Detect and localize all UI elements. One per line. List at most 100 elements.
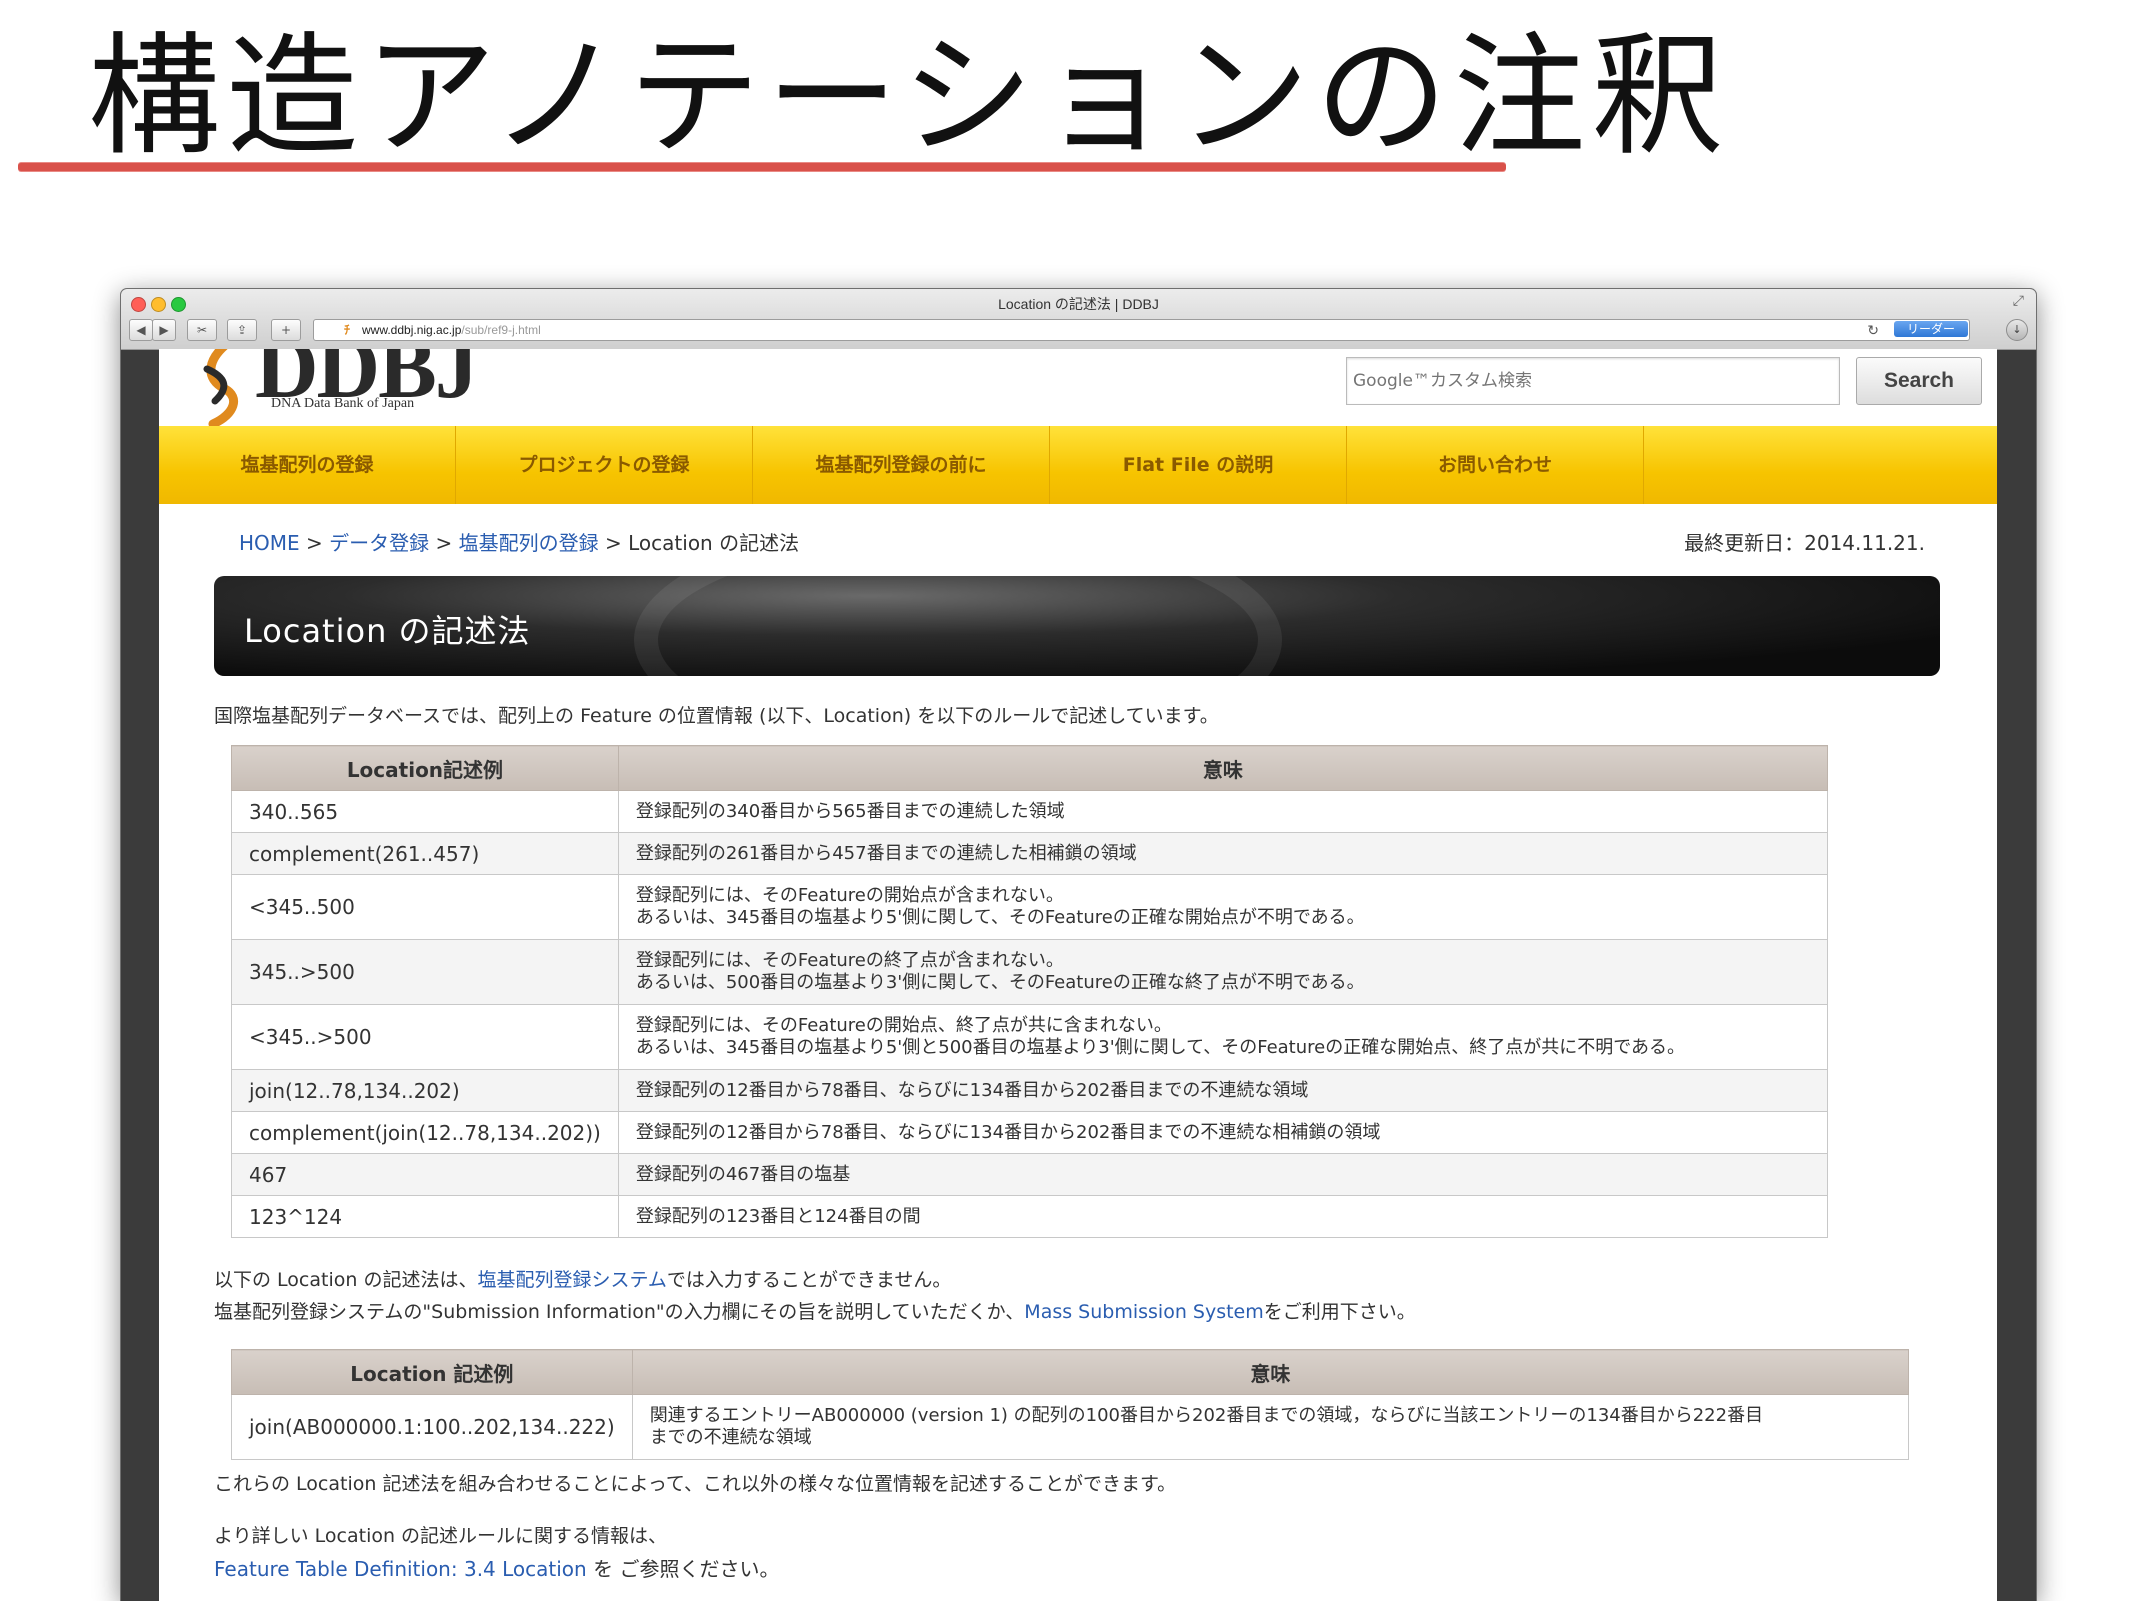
submission-system-link[interactable]: 塩基配列登録システム	[477, 1269, 666, 1291]
meaning-line: 登録配列の261番目から457番目までの連続した相補鎖の領域	[635, 842, 1137, 864]
meaning-cell: 登録配列には、そのFeatureの開始点が含まれない。 あるいは、345番目の塩基…	[617, 874, 1829, 940]
share-icon: ⇪	[236, 323, 248, 337]
table-row: join(12..78,134..202) 登録配列の12番目から78番目、なら…	[231, 1069, 1829, 1112]
note-text: をご利用下さい。	[1263, 1301, 1416, 1323]
share-button[interactable]: ⇪	[227, 319, 257, 341]
nav-item-sequence-submission[interactable]: 塩基配列の登録	[159, 426, 456, 504]
meaning-cell: 関連するエントリーAB000000 (version 1) の配列の100番目か…	[631, 1394, 1910, 1460]
breadcrumb: HOME > データ登録 > 塩基配列の登録 > Location の記述法	[239, 527, 799, 556]
location-table: Location記述例 意味 340..565 登録配列の340番目から565番…	[231, 745, 1829, 1238]
more-info-suffix: を ご参照ください。	[586, 1557, 780, 1581]
meaning-line: あるいは、345番目の塩基より5'側に関して、そのFeatureの正確な開始点が…	[635, 907, 1365, 928]
column-header-meaning: 意味	[631, 1349, 1910, 1395]
main-nav: 塩基配列の登録 プロジェクトの登録 塩基配列登録の前に Flat File の説…	[159, 426, 1997, 504]
table-row: complement(261..457) 登録配列の261番目から457番目まで…	[231, 832, 1829, 875]
table-row: 467 登録配列の467番目の塩基	[231, 1153, 1829, 1196]
browser-window: Location の記述法 | DDBJ ⤢ ◀ ▶ ✂ ⇪ + ﾁ www.d…	[120, 288, 2037, 1601]
banner-decoration	[634, 576, 1282, 676]
browser-titlebar: Location の記述法 | DDBJ ⤢ ◀ ▶ ✂ ⇪ + ﾁ www.d…	[121, 289, 2036, 350]
location-cell: join(AB000000.1:100..202,134..222)	[231, 1394, 633, 1460]
meaning-cell: 登録配列には、そのFeatureの開始点、終了点が共に含まれない。 あるいは、34…	[617, 1004, 1829, 1070]
downloads-icon[interactable]: ↓	[2006, 319, 2028, 341]
web-page: DDBJ DNA Data Bank of Japan Search 塩基配列の…	[159, 349, 1997, 1601]
url-text: www.ddbj.nig.ac.jp/sub/ref9-j.html	[362, 320, 541, 340]
location-cell: 345..>500	[231, 939, 619, 1005]
breadcrumb-separator: >	[306, 531, 323, 555]
table-row: 340..565 登録配列の340番目から565番目までの連続した領域	[231, 790, 1829, 833]
meaning-line: 登録配列には、そのFeatureの終了点が含まれない。	[635, 950, 1064, 971]
address-bar[interactable]: ﾁ www.ddbj.nig.ac.jp/sub/ref9-j.html ↻ リ…	[313, 319, 1970, 341]
more-info-line-2: Feature Table Definition: 3.4 Location を…	[214, 1553, 779, 1582]
mass-submission-link[interactable]: Mass Submission System	[1024, 1301, 1263, 1323]
new-tab-button[interactable]: +	[271, 319, 301, 341]
breadcrumb-separator: >	[605, 531, 622, 555]
table-row: join(AB000000.1:100..202,134..222) 関連するエ…	[231, 1394, 1910, 1460]
table-row: <345..>500 登録配列には、そのFeatureの開始点、終了点が共に含ま…	[231, 1004, 1829, 1070]
location-cell: complement(261..457)	[231, 832, 619, 875]
note-line-2: 塩基配列登録システムの"Submission Information"の入力欄に…	[214, 1297, 1416, 1324]
reload-icon[interactable]: ↻	[1867, 320, 1879, 340]
plus-icon: +	[280, 323, 292, 337]
location-section-link[interactable]: 3.4 Location	[464, 1557, 587, 1581]
column-header-meaning: 意味	[617, 745, 1829, 791]
search-input[interactable]	[1346, 357, 1840, 405]
nav-item-project-submission[interactable]: プロジェクトの登録	[456, 426, 753, 504]
meaning-line: 関連するエントリーAB000000 (version 1) の配列の100番目か…	[649, 1405, 1764, 1426]
fullscreen-icon[interactable]: ⤢	[2013, 293, 2024, 309]
location-cell: <345..>500	[231, 1004, 619, 1070]
last-updated: 最終更新日：2014.11.21.	[1684, 531, 1925, 555]
ddbj-helix-icon	[203, 349, 239, 429]
link-separator: :	[450, 1557, 464, 1581]
page-title-banner: Location の記述法	[214, 576, 1940, 676]
column-header-location: Location記述例	[231, 745, 619, 791]
clip-button[interactable]: ✂	[187, 319, 217, 341]
table-header-row: Location 記述例 意味	[231, 1349, 1910, 1395]
more-info-line-1: より詳しい Location の記述ルールに関する情報は、	[214, 1525, 668, 1547]
combine-text: これらの Location 記述法を組み合わせることによって、これ以外の様々な位…	[214, 1473, 1177, 1495]
location-cell: 340..565	[231, 790, 619, 833]
feature-table-definition-link[interactable]: Feature Table Definition	[214, 1557, 451, 1581]
meaning-line: 登録配列の123番目と124番目の間	[635, 1205, 921, 1227]
back-arrow-icon: ◀	[136, 323, 146, 337]
url-path: /sub/ref9-j.html	[461, 323, 541, 337]
meaning-line: 登録配列の467番目の塩基	[635, 1163, 851, 1185]
title-underline	[18, 163, 1506, 171]
location-cell: complement(join(12..78,134..202))	[231, 1111, 619, 1154]
breadcrumb-home-link[interactable]: HOME	[239, 531, 300, 555]
search-button[interactable]: Search	[1856, 357, 1982, 405]
meaning-cell: 登録配列には、そのFeatureの終了点が含まれない。 あるいは、500番目の塩基…	[617, 939, 1829, 1005]
meaning-line: 登録配列の12番目から78番目、ならびに134番目から202番目までの不連続な相…	[635, 1121, 1381, 1143]
note-text: 塩基配列登録システムの"Submission Information"の入力欄に…	[214, 1301, 1025, 1323]
nav-item-contact[interactable]: お問い合わせ	[1347, 426, 1644, 504]
breadcrumb-separator: >	[435, 531, 453, 555]
page-title: Location の記述法	[244, 612, 531, 650]
breadcrumb-data-link[interactable]: データ登録	[329, 531, 429, 555]
meaning-line: 登録配列には、そのFeatureの開始点、終了点が共に含まれない。	[635, 1015, 1172, 1036]
table-header-row: Location記述例 意味	[231, 745, 1829, 791]
location-cell: 123^124	[231, 1195, 619, 1238]
site-favicon-icon: ﾁ	[344, 323, 351, 337]
breadcrumb-current: Location の記述法	[628, 531, 800, 555]
table-row: <345..500 登録配列には、そのFeatureの開始点が含まれない。 あるい…	[231, 874, 1829, 940]
location-cell: 467	[231, 1153, 619, 1196]
forward-button[interactable]: ▶	[152, 319, 176, 341]
intro-text: 国際塩基配列データベースでは、配列上の Feature の位置情報 (以下、Lo…	[214, 705, 1219, 727]
slide-title: 構造アノテーションの注釈	[88, 20, 1730, 174]
table-row: complement(join(12..78,134..202)) 登録配列の1…	[231, 1111, 1829, 1154]
table-row: 123^124 登録配列の123番目と124番目の間	[231, 1195, 1829, 1238]
meaning-line: 登録配列の340番目から565番目までの連続した領域	[635, 800, 1065, 822]
url-host: www.ddbj.nig.ac.jp	[362, 323, 462, 337]
location-cell: join(12..78,134..202)	[231, 1069, 619, 1112]
location-table-2: Location 記述例 意味 join(AB000000.1:100..202…	[231, 1349, 1910, 1460]
back-button[interactable]: ◀	[129, 319, 153, 341]
meaning-cell: 登録配列の340番目から565番目までの連続した領域	[617, 790, 1829, 833]
window-title: Location の記述法 | DDBJ	[998, 296, 1159, 312]
nav-item-flat-file[interactable]: Flat File の説明	[1050, 426, 1347, 504]
nav-item-before-submission[interactable]: 塩基配列登録の前に	[753, 426, 1050, 504]
meaning-line: あるいは、500番目の塩基より3'側に関して、そのFeatureの正確な終了点が…	[635, 972, 1365, 993]
meaning-line: あるいは、345番目の塩基より5'側と500番目の塩基より3'側に関して、そのF…	[635, 1037, 1686, 1058]
reader-button[interactable]: リーダー	[1894, 321, 1968, 337]
meaning-cell: 登録配列の12番目から78番目、ならびに134番目から202番目までの不連続な領…	[617, 1069, 1829, 1112]
breadcrumb-sequence-link[interactable]: 塩基配列の登録	[459, 531, 599, 555]
table-row: 345..>500 登録配列には、そのFeatureの終了点が含まれない。 あるい…	[231, 939, 1829, 1005]
